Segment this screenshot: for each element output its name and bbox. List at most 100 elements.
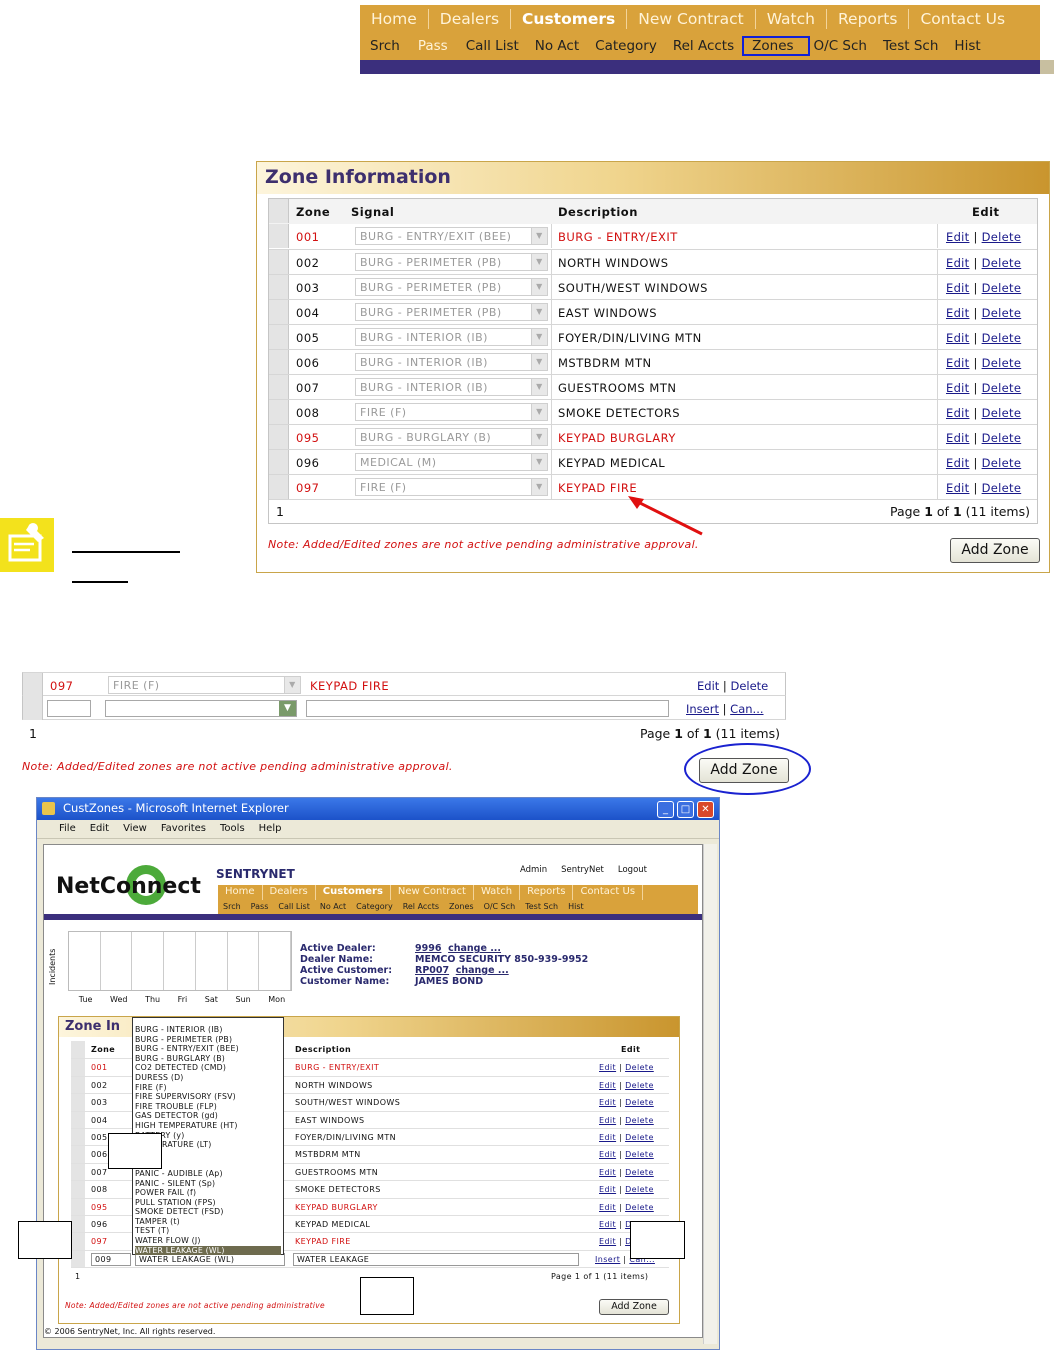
nav-watch[interactable]: Watch <box>474 885 521 900</box>
signal-select[interactable]: FIRE (F) ▼ <box>355 478 548 496</box>
nav-reports[interactable]: Reports <box>520 885 574 900</box>
dropdown-option[interactable]: BURG - INTERIOR (IB) <box>135 1025 281 1035</box>
row-select-cell[interactable] <box>71 1216 85 1233</box>
edit-link[interactable]: Edit <box>946 431 969 445</box>
signal-select[interactable]: BURG - ENTRY/EXIT (BEE) ▼ <box>355 227 548 245</box>
row-select-cell[interactable] <box>269 224 289 248</box>
subnav-pass[interactable]: Pass <box>246 900 274 914</box>
subnav-category[interactable]: Category <box>351 900 398 914</box>
row-select-cell[interactable] <box>71 1059 85 1077</box>
subnav-call-list[interactable]: Call List <box>273 900 314 914</box>
dropdown-option[interactable]: BURG - PERIMETER (PB) <box>135 1035 281 1045</box>
delete-link[interactable]: Delete <box>730 679 768 693</box>
minimize-icon[interactable]: _ <box>657 801 674 818</box>
row-select-cell[interactable] <box>71 1094 85 1112</box>
edit-link[interactable]: Edit <box>946 381 969 395</box>
row-select-cell[interactable] <box>269 350 289 374</box>
subnav-zones[interactable]: Zones <box>444 900 479 914</box>
row-select-cell[interactable] <box>269 375 289 399</box>
signal-select[interactable]: BURG - PERIMETER (PB) ▼ <box>355 303 548 321</box>
edit-link[interactable]: Edit <box>599 1150 616 1159</box>
subnav-category[interactable]: Category <box>589 38 663 54</box>
new-signal-select[interactable]: ▼ <box>105 700 297 717</box>
signal-select[interactable]: BURG - INTERIOR (IB) ▼ <box>355 353 548 371</box>
dropdown-option[interactable]: HIGH TEMPERATURE (HT) <box>135 1121 281 1131</box>
menu-edit[interactable]: Edit <box>90 823 109 835</box>
signal-select[interactable]: FIRE (F) ▼ <box>108 676 301 694</box>
dropdown-option[interactable]: DURESS (D) <box>135 1073 281 1083</box>
subnav-pass[interactable]: Pass <box>406 38 460 54</box>
dropdown-option[interactable]: WATER FLOW (J) <box>135 1236 281 1246</box>
pager-page-link[interactable]: 1 <box>75 1272 81 1281</box>
scrollbar[interactable] <box>703 844 717 1344</box>
dropdown-option[interactable]: FIRE TROUBLE (FLP) <box>135 1102 281 1112</box>
insert-link[interactable]: Insert <box>686 702 719 716</box>
subnav-srch[interactable]: Srch <box>218 900 246 914</box>
signal-select[interactable]: BURG - INTERIOR (IB) ▼ <box>355 378 548 396</box>
delete-link[interactable]: Delete <box>625 1116 654 1125</box>
dropdown-option[interactable]: POWER FAIL (f) <box>135 1188 281 1198</box>
delete-link[interactable]: Delete <box>982 481 1022 495</box>
delete-link[interactable]: Delete <box>982 256 1022 270</box>
edit-link[interactable]: Edit <box>599 1237 616 1246</box>
dropdown-option[interactable]: PANIC - SILENT (Sp) <box>135 1179 281 1189</box>
edit-link[interactable]: Edit <box>599 1220 616 1229</box>
delete-link[interactable]: Delete <box>982 230 1022 244</box>
dropdown-option[interactable]: WATER LEAKAGE (WL) <box>135 1245 281 1256</box>
menu-file[interactable]: File <box>59 823 76 835</box>
signal-select[interactable]: FIRE (F) ▼ <box>355 403 548 421</box>
edit-link[interactable]: Edit <box>599 1185 616 1194</box>
new-zone-input[interactable] <box>47 700 91 717</box>
dropdown-option[interactable]: BURG - ENTRY/EXIT (BEE) <box>135 1044 281 1054</box>
menu-help[interactable]: Help <box>259 823 282 835</box>
nav-home[interactable]: Home <box>360 8 429 29</box>
change-customer-link[interactable]: change ... <box>456 965 509 976</box>
nav-dealers[interactable]: Dealers <box>429 8 512 29</box>
cancel-link[interactable]: Can... <box>730 702 763 716</box>
edit-link[interactable]: Edit <box>599 1081 616 1090</box>
add-zone-button[interactable]: Add Zone <box>950 538 1040 563</box>
dropdown-option[interactable]: PULL STATION (FPS) <box>135 1198 281 1208</box>
delete-link[interactable]: Delete <box>982 406 1022 420</box>
nav-watch[interactable]: Watch <box>756 8 827 29</box>
row-select-cell[interactable] <box>71 1233 85 1251</box>
dropdown-option[interactable]: TAMPER (t) <box>135 1217 281 1227</box>
subnav-no-act[interactable]: No Act <box>315 900 351 914</box>
edit-link[interactable]: Edit <box>946 230 969 244</box>
delete-link[interactable]: Delete <box>625 1063 654 1072</box>
delete-link[interactable]: Delete <box>982 281 1022 295</box>
row-select-cell[interactable] <box>269 275 289 299</box>
edit-link[interactable]: Edit <box>599 1098 616 1107</box>
dropdown-option[interactable]: PANIC - AUDIBLE (Ap) <box>135 1169 281 1179</box>
row-select-cell[interactable] <box>71 1129 85 1146</box>
subnav-rel-accts[interactable]: Rel Accts <box>398 900 444 914</box>
dropdown-option[interactable]: TEST (T) <box>135 1226 281 1236</box>
subnav-hist[interactable]: Hist <box>563 900 589 914</box>
menu-view[interactable]: View <box>123 823 147 835</box>
subnav-rel-accts[interactable]: Rel Accts <box>663 38 744 54</box>
row-select-cell[interactable] <box>71 1146 85 1164</box>
edit-link[interactable]: Edit <box>946 331 969 345</box>
pager-page-link[interactable]: 1 <box>276 504 284 519</box>
edit-link[interactable]: Edit <box>946 481 969 495</box>
subnav-no-act[interactable]: No Act <box>525 38 589 54</box>
logout-link[interactable]: Logout <box>618 865 647 875</box>
pager-page-link[interactable]: 1 <box>29 726 37 741</box>
maximize-icon[interactable]: □ <box>677 801 694 818</box>
active-dealer-link[interactable]: 9996 <box>415 943 441 954</box>
row-select-cell[interactable] <box>269 300 289 324</box>
delete-link[interactable]: Delete <box>625 1098 654 1107</box>
row-select-cell[interactable] <box>71 1076 85 1094</box>
edit-link[interactable]: Edit <box>599 1203 616 1212</box>
subnav-srch[interactable]: Srch <box>360 38 406 54</box>
delete-link[interactable]: Delete <box>625 1168 654 1177</box>
nav-customers[interactable]: Customers <box>316 885 391 900</box>
subnav-test-sch[interactable]: Test Sch <box>520 900 563 914</box>
delete-link[interactable]: Delete <box>625 1185 654 1194</box>
add-zone-button[interactable]: Add Zone <box>599 1299 669 1315</box>
signal-select[interactable]: BURG - PERIMETER (PB) ▼ <box>355 253 548 271</box>
row-select-cell[interactable] <box>269 425 289 449</box>
subnav-oc-sch[interactable]: O/C Sch <box>479 900 521 914</box>
delete-link[interactable]: Delete <box>625 1081 654 1090</box>
dropdown-option[interactable]: FIRE (F) <box>135 1083 281 1093</box>
